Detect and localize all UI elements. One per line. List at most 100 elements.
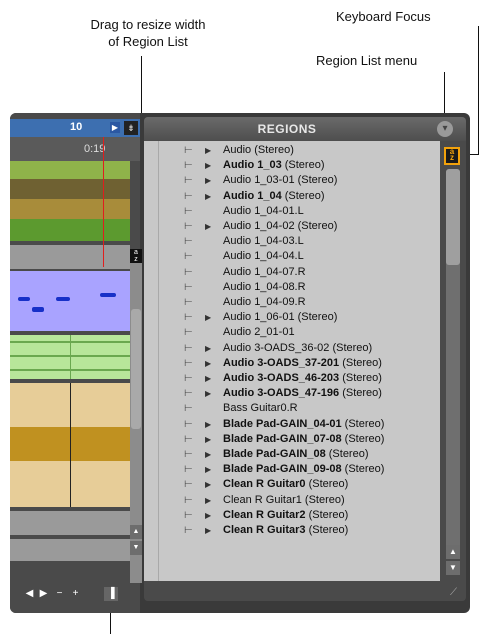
region-scroll-thumb[interactable] (446, 169, 460, 265)
region-list-item[interactable]: ⊢ ▶ Audio 1_04 (Stereo) (144, 189, 440, 204)
region-audio-icon: ⊢ (184, 236, 193, 248)
region-audio-icon: ⊢ (184, 266, 193, 278)
region-list-item[interactable]: ⊢ ▶ Audio 1_03-01 (Stereo) (144, 173, 440, 188)
region-list-item[interactable]: ⊢ Bass Guitar0.R (144, 401, 440, 416)
region-name-main: Clean R Guitar3 (223, 524, 306, 536)
expand-triangle-icon[interactable]: ▶ (205, 158, 213, 173)
scroll-down-arrow-icon[interactable]: ▼ (130, 541, 142, 555)
region-list-item[interactable]: ⊢ Audio 2_01-01 (144, 325, 440, 340)
region-list-item[interactable]: ⊢ ▶ Blade Pad-GAIN_07-08 (Stereo) (144, 432, 440, 447)
region-list-item[interactable]: ⊢ ▶ Blade Pad-GAIN_04-01 (Stereo) (144, 417, 440, 432)
region-name: Audio 1_04-03.L (223, 234, 304, 249)
leader-menu (444, 72, 445, 118)
track-grey-1[interactable] (10, 245, 130, 269)
pro-tools-window: 10 ▶ ⇟ 0:19 ▲ ▼ a z ◀ ▶ − + ▐ REGIONS ▾ … (10, 113, 470, 613)
region-list-item[interactable]: ⊢ Audio 1_04-08.R (144, 280, 440, 295)
region-list-item[interactable]: ⊢ ▶ Audio 3-OADS_37-201 (Stereo) (144, 356, 440, 371)
region-list-item[interactable]: ⊢ Audio 1_04-01.L (144, 204, 440, 219)
region-list-item[interactable]: ⊢ ▶ Audio 1_04-02 (Stereo) (144, 219, 440, 234)
edit-az-icon[interactable]: az (130, 249, 142, 263)
region-list-item[interactable]: ⊢ ▶ Audio 3-OADS_47-196 (Stereo) (144, 386, 440, 401)
region-name-main: Audio 1_04-08.R (223, 280, 306, 293)
region-name-main: Audio 3-OADS_36-02 (223, 341, 330, 354)
region-list-item[interactable]: ⊢ ▶ Clean R Guitar3 (Stereo) (144, 523, 440, 538)
expand-triangle-icon[interactable]: ▶ (205, 356, 213, 371)
expand-triangle-icon[interactable]: ▶ (205, 462, 213, 477)
expand-triangle-icon[interactable]: ▶ (205, 477, 213, 492)
track-grey-3[interactable] (10, 539, 130, 561)
zoom-in-icon[interactable]: + (70, 587, 81, 601)
region-list-item[interactable]: ⊢ ▶ Blade Pad-GAIN_09-08 (Stereo) (144, 462, 440, 477)
expand-triangle-icon[interactable]: ▶ (205, 143, 213, 158)
expand-triangle-icon[interactable]: ▶ (205, 523, 213, 538)
zoom-out-icon[interactable]: − (54, 587, 65, 601)
expand-triangle-icon[interactable]: ▶ (205, 371, 213, 386)
region-list-item[interactable]: ⊢ ▶ Blade Pad-GAIN_08 (Stereo) (144, 447, 440, 462)
region-name-suffix: (Stereo) (305, 508, 349, 521)
expand-triangle-icon[interactable]: ▶ (205, 310, 213, 325)
region-audio-icon: ⊢ (184, 175, 193, 187)
region-scroll-down-icon[interactable]: ▼ (446, 561, 460, 575)
region-name: Audio 1_03-01 (Stereo) (223, 173, 337, 188)
expand-triangle-icon[interactable]: ▶ (205, 508, 213, 523)
region-list-item[interactable]: ⊢ Audio 1_04-07.R (144, 265, 440, 280)
playhead[interactable] (103, 137, 104, 267)
expand-triangle-icon[interactable]: ▶ (205, 447, 213, 462)
keyboard-focus-az-icon[interactable]: az (444, 147, 460, 165)
audio-track-waveform[interactable] (10, 383, 130, 507)
scroll-right-icon[interactable]: ▶ (38, 587, 49, 601)
region-name-suffix: (Stereo) (294, 174, 338, 187)
region-list-item[interactable]: ⊢ ▶ Audio 3-OADS_46-203 (Stereo) (144, 371, 440, 386)
expand-triangle-icon[interactable]: ▶ (205, 341, 213, 356)
region-list-item[interactable]: ⊢ ▶ Audio 3-OADS_36-02 (Stereo) (144, 341, 440, 356)
expand-triangle-icon[interactable]: ▶ (205, 173, 213, 188)
annotation-resize-width: Drag to resize width of Region List (58, 16, 238, 50)
region-list-item[interactable]: ⊢ Audio 1_04-09.R (144, 295, 440, 310)
track-gold[interactable] (10, 199, 130, 219)
region-list-item[interactable]: ⊢ ▶ Audio 1_06-01 (Stereo) (144, 310, 440, 325)
scroll-up-arrow-icon[interactable]: ▲ (130, 525, 142, 539)
expand-triangle-icon[interactable]: ▶ (205, 417, 213, 432)
region-list-item[interactable]: ⊢ Audio 1_04-04.L (144, 249, 440, 264)
track-green-2[interactable] (10, 219, 130, 241)
play-arrow-icon[interactable]: ▶ (110, 122, 120, 133)
region-name-suffix: (Stereo) (341, 432, 385, 445)
region-list-item[interactable]: ⊢ ▶ Audio (Stereo) (144, 143, 440, 158)
region-name: Audio 1_04-08.R (223, 280, 306, 295)
region-audio-icon: ⊢ (184, 388, 193, 400)
region-audio-icon: ⊢ (184, 342, 193, 354)
region-scroll-up-icon[interactable]: ▲ (446, 545, 460, 559)
edit-scrollbar[interactable]: ▲ ▼ (130, 249, 142, 583)
resize-handle-icon[interactable]: ▐ (104, 587, 118, 601)
region-audio-icon: ⊢ (184, 297, 193, 308)
region-list-menu-icon[interactable]: ▾ (437, 121, 453, 137)
edit-scroll-thumb[interactable] (131, 309, 141, 429)
expand-triangle-icon[interactable]: ▶ (205, 432, 213, 447)
track-grey-2[interactable] (10, 511, 130, 535)
region-name-main: Audio 1_03 (223, 159, 282, 172)
track-olive-1[interactable] (10, 179, 130, 199)
expand-triangle-icon[interactable]: ▶ (205, 493, 213, 508)
region-list-item[interactable]: ⊢ Audio 1_04-03.L (144, 234, 440, 249)
midi-track-green[interactable] (10, 335, 130, 379)
region-list-item[interactable]: ⊢ ▶ Clean R Guitar2 (Stereo) (144, 508, 440, 523)
track-green-1[interactable] (10, 161, 130, 179)
region-name: Audio 2_01-01 (223, 325, 295, 340)
scroll-left-icon[interactable]: ◀ (24, 587, 35, 601)
region-list-item[interactable]: ⊢ ▶ Clean R Guitar1 (Stereo) (144, 493, 440, 508)
resize-grip-icon[interactable]: ⟋ (450, 587, 462, 599)
region-list-item[interactable]: ⊢ ▶ Clean R Guitar0 (Stereo) (144, 477, 440, 492)
region-list-item[interactable]: ⊢ ▶ Audio 1_03 (Stereo) (144, 158, 440, 173)
midi-track-purple[interactable] (10, 271, 130, 331)
collapse-arrow-icon[interactable]: ⇟ (124, 121, 138, 135)
region-name-main: Audio 2_01-01 (223, 326, 295, 339)
region-name: Blade Pad-GAIN_09-08 (Stereo) (223, 462, 384, 477)
expand-triangle-icon[interactable]: ▶ (205, 189, 213, 204)
expand-triangle-icon[interactable]: ▶ (205, 219, 213, 234)
region-name-suffix: (Stereo) (339, 372, 382, 384)
region-audio-icon: ⊢ (184, 373, 193, 384)
region-audio-icon: ⊢ (184, 205, 193, 217)
region-audio-icon: ⊢ (184, 251, 193, 263)
region-list-body[interactable]: ⊢ ▶ Audio (Stereo) ⊢ ▶ Audio 1_03 (Stereo) ⊢ ▶ A… (144, 141, 440, 581)
expand-triangle-icon[interactable]: ▶ (205, 386, 213, 401)
